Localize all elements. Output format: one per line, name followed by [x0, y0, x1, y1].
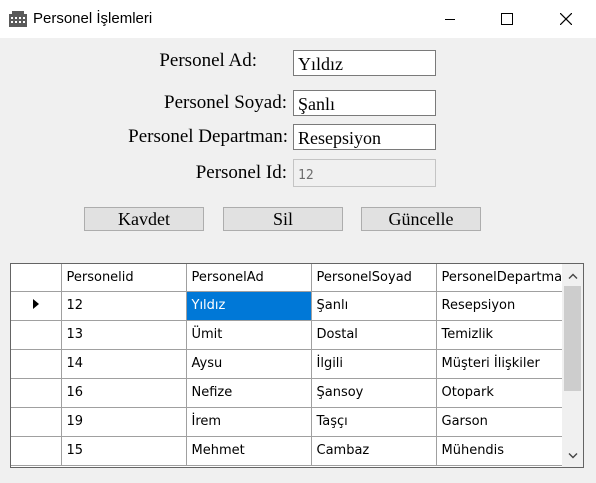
cell-personeldepartman[interactable]: Temizlik [436, 320, 563, 350]
column-header-personelad[interactable]: PersonelAd [186, 264, 312, 292]
scroll-up-button[interactable] [562, 266, 583, 285]
cell-personelid[interactable]: 13 [61, 320, 187, 350]
cell-personelad[interactable]: Mehmet [186, 436, 312, 466]
personel-soyad-label: Personel Soyad: [164, 92, 287, 113]
scroll-thumb[interactable] [564, 286, 581, 391]
grid-table: Personelid PersonelAd PersonelSoyad Pers… [11, 264, 563, 466]
table-row[interactable]: 12 Yıldız Şanlı Resepsiyon [11, 291, 563, 321]
personel-departman-input[interactable] [293, 124, 436, 150]
grid-header-row: Personelid PersonelAd PersonelSoyad Pers… [11, 264, 563, 292]
maximize-button[interactable] [484, 0, 530, 38]
table-row[interactable]: 16 Nefize Şansoy Otopark [11, 378, 563, 408]
cell-personeldepartman[interactable]: Müşteri İlişkiler [436, 349, 563, 379]
cell-personeldepartman[interactable]: Otopark [436, 378, 563, 408]
cell-personeldepartman[interactable]: Resepsiyon [436, 291, 563, 321]
grid-corner-cell [11, 264, 62, 292]
personel-soyad-input[interactable] [293, 90, 436, 116]
personel-ad-label: Personel Ad: [159, 50, 257, 71]
table-row[interactable]: 13 Ümit Dostal Temizlik [11, 320, 563, 350]
cell-personelid[interactable]: 14 [61, 349, 187, 379]
table-row[interactable]: 14 Aysu İlgili Müşteri İlişkiler [11, 349, 563, 379]
kaydet-button[interactable]: Kavdet [84, 207, 204, 231]
cell-personelsoyad[interactable]: Şansoy [311, 378, 437, 408]
chevron-down-icon [568, 452, 577, 458]
cell-personelad[interactable]: Nefize [186, 378, 312, 408]
sil-button[interactable]: Sil [223, 207, 343, 231]
cell-personelad[interactable]: Aysu [186, 349, 312, 379]
cell-personeldepartman[interactable]: Garson [436, 407, 563, 437]
window-title: Personel İşlemleri [33, 10, 153, 27]
close-button[interactable] [543, 0, 589, 38]
cell-personelid[interactable]: 19 [61, 407, 187, 437]
table-row[interactable]: 15 Mehmet Cambaz Mühendis [11, 436, 563, 466]
guncelle-button[interactable]: Güncelle [361, 207, 481, 231]
scroll-down-button[interactable] [562, 446, 583, 465]
cell-personeldepartman[interactable]: Mühendis [436, 436, 563, 466]
column-header-personeldepartman[interactable]: PersonelDepartman [436, 264, 563, 292]
cell-personelad[interactable]: Ümit [186, 320, 312, 350]
cell-personelad[interactable]: Yıldız [186, 291, 312, 321]
cell-personelsoyad[interactable]: Cambaz [311, 436, 437, 466]
chevron-up-icon [568, 273, 577, 279]
cell-personelsoyad[interactable]: Şanlı [311, 291, 437, 321]
minimize-icon [445, 19, 455, 20]
row-header[interactable] [11, 320, 62, 350]
row-header[interactable] [11, 378, 62, 408]
row-pointer-icon [32, 299, 39, 309]
row-header[interactable] [11, 291, 62, 321]
minimize-button[interactable] [427, 0, 473, 38]
title-bar: Personel İşlemleri [0, 0, 596, 38]
cell-personelid[interactable]: 15 [61, 436, 187, 466]
row-header[interactable] [11, 349, 62, 379]
building-icon [9, 11, 27, 27]
personel-ad-input[interactable] [293, 50, 436, 76]
cell-personelad[interactable]: İrem [186, 407, 312, 437]
cell-personelsoyad[interactable]: Taşçı [311, 407, 437, 437]
row-header[interactable] [11, 436, 62, 466]
maximize-icon [501, 13, 513, 25]
close-icon [560, 13, 572, 25]
cell-personelsoyad[interactable]: Dostal [311, 320, 437, 350]
personel-id-input [293, 159, 436, 187]
cell-personelid[interactable]: 12 [61, 291, 187, 321]
column-header-personelid[interactable]: Personelid [61, 264, 187, 292]
row-header[interactable] [11, 407, 62, 437]
personel-departman-label: Personel Departman: [128, 126, 288, 147]
personel-data-grid[interactable]: Personelid PersonelAd PersonelSoyad Pers… [10, 263, 584, 468]
column-header-personelsoyad[interactable]: PersonelSoyad [311, 264, 437, 292]
cell-personelid[interactable]: 16 [61, 378, 187, 408]
vertical-scrollbar[interactable] [562, 264, 583, 467]
cell-personelsoyad[interactable]: İlgili [311, 349, 437, 379]
personel-id-label: Personel Id: [195, 162, 287, 183]
table-row[interactable]: 19 İrem Taşçı Garson [11, 407, 563, 437]
